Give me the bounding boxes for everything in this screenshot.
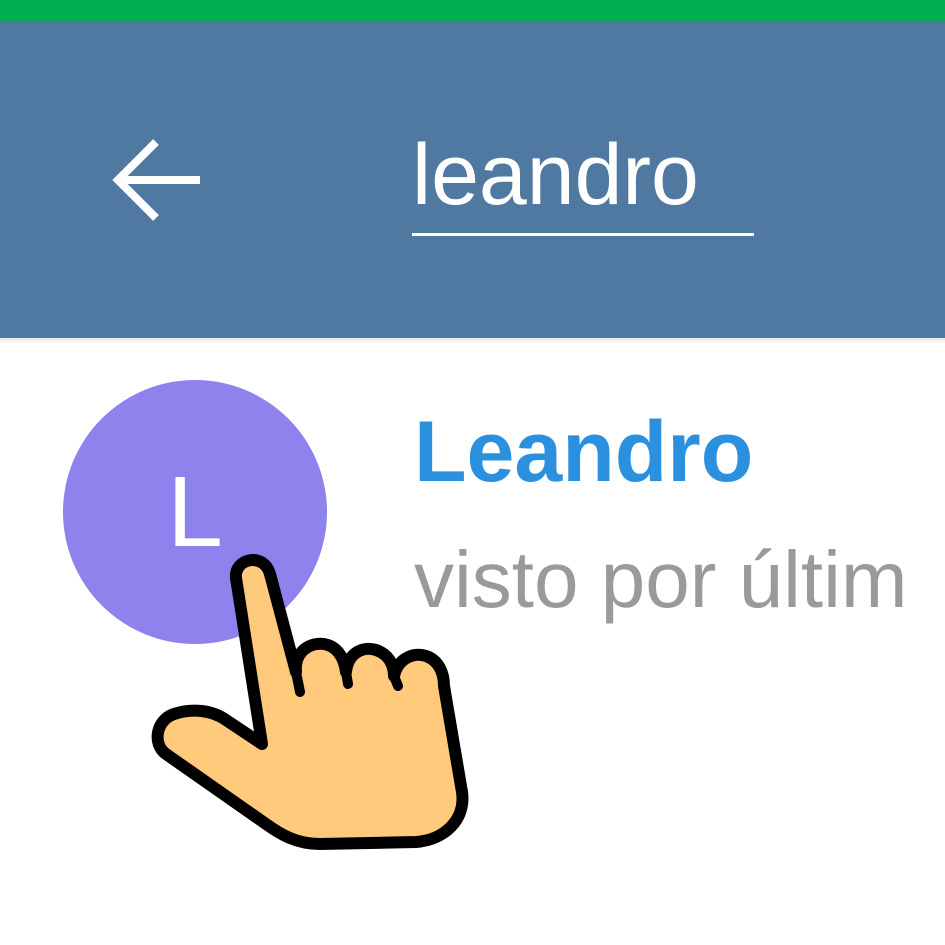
contact-name: Leandro <box>414 404 754 500</box>
search-result-row[interactable]: L Leandro visto por últim <box>0 344 945 684</box>
search-input[interactable] <box>412 118 754 236</box>
avatar-initial: L <box>167 456 223 568</box>
search-screen: L Leandro visto por últim <box>0 0 945 945</box>
avatar: L <box>63 380 327 644</box>
contact-last-seen: visto por últim <box>414 535 908 624</box>
arrow-left-icon <box>112 139 200 221</box>
status-bar <box>0 0 945 22</box>
back-button[interactable] <box>100 128 216 232</box>
